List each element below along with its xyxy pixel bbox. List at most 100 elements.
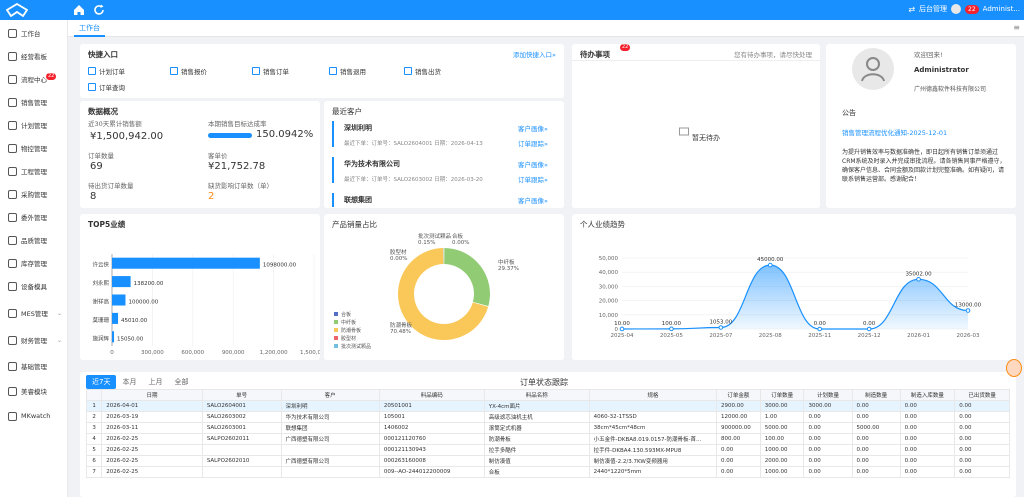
sidebar-item-inventory[interactable]: 库存管理 [0, 255, 68, 271]
table-cell: 2026-02-25 [101, 455, 203, 467]
column-header[interactable]: 订单数量 [759, 389, 805, 401]
x-tick-label: 2026-03 [957, 333, 980, 339]
sidebar-item-sales[interactable]: 销售管理 [0, 94, 68, 110]
data-label: 0.00 [863, 321, 876, 327]
column-header[interactable]: 制造数量 [851, 389, 901, 401]
sidebar-item-material[interactable]: 物控管理 [0, 140, 68, 156]
column-header[interactable]: 制造入库数量 [899, 389, 956, 401]
welcome-text: 欢迎回来! [914, 51, 943, 59]
home-icon[interactable] [72, 3, 86, 17]
column-header[interactable]: 料品名称 [483, 389, 590, 401]
table-row[interactable]: 5 2026-02-25 000121130943 拉手多酷件 拉手件-DKBA4.13… [85, 444, 1010, 456]
avatar[interactable] [951, 4, 962, 14]
orders-title: 订单状态跟踪 [520, 378, 568, 387]
table-row[interactable]: 1 2026-04-01 SALO2604001 深圳利明 20501001 YX-4cm… [85, 400, 1010, 412]
table-cell: 高级滤芯油机主机 [483, 411, 590, 423]
bar [112, 257, 260, 269]
table-cell: 2440*1220*5mm [588, 466, 718, 478]
slice-name-label: 中纤板 [498, 258, 515, 266]
sidebar-item-label: 基础管理 [21, 363, 47, 371]
tab-all[interactable]: 全部 [168, 375, 194, 389]
column-header[interactable]: 日期 [101, 389, 203, 401]
legend-swatch [334, 320, 338, 324]
sidebar-item-process-center[interactable]: 流程中心 22 [0, 71, 68, 87]
quick-item-sales-order[interactable]: 销售订单 [252, 66, 289, 76]
tab-workbench[interactable]: 工作台 [74, 23, 105, 37]
column-header[interactable]: 单号 [201, 389, 282, 401]
column-header[interactable]: 客户 [280, 389, 380, 401]
quick-item-plan-order[interactable]: 计划订单 [88, 66, 125, 76]
table-cell: 1000.00 [759, 444, 805, 456]
quick-item-order-query[interactable]: 订单查询 [88, 82, 125, 92]
sidebar-item-equipment[interactable]: 设备模具 [0, 278, 68, 294]
sidebar-item-label: 计划管理 [21, 122, 47, 130]
backend-icon[interactable]: ⇄ [908, 5, 915, 14]
legend-swatch [334, 312, 338, 316]
customer-name[interactable]: 深圳利明 [344, 123, 372, 133]
quick-item-sales-return[interactable]: 销售退用 [329, 66, 366, 76]
table-cell: YX-4cm面片 [483, 400, 590, 412]
customer-name[interactable]: 华为技术有限公司 [344, 159, 400, 169]
avatar[interactable] [852, 48, 894, 90]
order-tracking-link[interactable]: 订单跟踪» [518, 138, 548, 148]
column-header[interactable]: 已出货数量 [954, 389, 1010, 401]
sidebar-item-outsource[interactable]: 委外管理 [0, 209, 68, 225]
table-row[interactable]: 6 2026-02-25 SALPO2602010 广西德塑有限公司 000263160… [85, 455, 1010, 467]
sidebar-item-mkwatch[interactable]: MKwatch [0, 408, 68, 424]
table-row[interactable]: 2 2026-03-19 SALO2603002 华为技术有限公司 105001 高级滤芯… [85, 411, 1010, 423]
notification-badge[interactable]: 22 [965, 4, 979, 14]
column-header[interactable]: 订单金额 [716, 389, 761, 401]
quick-item-sales-shipment[interactable]: 销售出货 [404, 66, 441, 76]
sidebar-item-finance[interactable]: 财务管理 ⌄ [0, 332, 68, 348]
customer-profile-link[interactable]: 客户画像» [518, 195, 548, 205]
table-cell: SALO2604001 [201, 400, 282, 412]
sidebar-item-basic[interactable]: 基础管理 [0, 358, 68, 374]
table-cell: 小五金件-DKBA8.019.0157-防潮骨板-首... [588, 433, 718, 445]
sidebar-item-dashboard[interactable]: 经营看板 [0, 48, 68, 64]
assistant-avatar-icon[interactable] [1006, 359, 1022, 377]
tab-this-month[interactable]: 本月 [116, 375, 142, 389]
menu-icon[interactable]: ≡ [1013, 23, 1020, 32]
category-label: 刘永熙 [92, 279, 109, 287]
app-logo[interactable] [6, 3, 28, 17]
sidebar-item-plan[interactable]: 计划管理 [0, 117, 68, 133]
user-name[interactable]: Administ... [983, 5, 1020, 13]
quote-icon [170, 67, 178, 75]
column-header[interactable]: 计划数量 [803, 389, 853, 401]
backend-link[interactable]: 后台管理 [919, 4, 947, 14]
customer-profile-link[interactable]: 客户画像» [518, 159, 548, 169]
slice-percent-label: 0.00% [452, 240, 469, 246]
table-cell: 联想集团 [280, 422, 380, 434]
sidebar-item-label: 财务管理 [21, 337, 47, 345]
sidebar-item-quality[interactable]: 品质管理 [0, 232, 68, 248]
sidebar-item-mes[interactable]: MES管理 ⌄ [0, 305, 68, 321]
column-header[interactable]: 规格 [588, 389, 718, 401]
customer-name[interactable]: 联想集团 [344, 195, 372, 205]
table-row[interactable]: 4 2026-02-25 SALPO2602011 广西德塑有限公司 000121120… [85, 433, 1010, 445]
sidebar-item-meirui[interactable]: 美睿模块 [0, 383, 68, 399]
notice-link[interactable]: 销售管理流程优化通知-2025-12-01 [842, 127, 947, 137]
table-row[interactable]: 7 2026-02-25 009--AO-244012200009 合板 2440*12… [85, 466, 1010, 478]
sidebar-item-purchase[interactable]: 采购管理 [0, 186, 68, 202]
column-header[interactable]: 料品编码 [378, 389, 485, 401]
x-tick-label: 2025-11 [808, 333, 831, 339]
add-quick-entry-link[interactable]: 添加快捷入口» [513, 49, 556, 59]
quick-entry-panel: 快捷入口 添加快捷入口» 计划订单 销售报价 销售订单 销售退用 销售出货 订单… [80, 44, 564, 98]
tab-last-month[interactable]: 上月 [142, 375, 168, 389]
table-cell: 合板 [483, 466, 590, 478]
tab-last-7-days[interactable]: 近7天 [86, 375, 117, 389]
table-row[interactable]: 3 2026-03-11 SALO2603001 联想集团 1406002 滚筒定式机器 3… [85, 422, 1010, 434]
sidebar-item-workbench[interactable]: 工作台 [0, 25, 68, 41]
price-label: 客单价 [208, 152, 228, 160]
bar [112, 276, 131, 288]
sidebar-item-label: MES管理 [21, 310, 48, 318]
y-tick-label: 30,000 [599, 284, 619, 290]
order-tracking-link[interactable]: 订单跟踪» [518, 174, 548, 184]
quick-item-quote[interactable]: 销售报价 [170, 66, 207, 76]
page-tabs: 工作台 ≡ [68, 20, 1024, 37]
product-panel: 产品销量占比 合板 0.00% 合板 中纤板 29.37% 中纤板 防潮骨板 70.48% 防潮… [324, 214, 564, 360]
sidebar-item-engineering[interactable]: 工程管理 [0, 163, 68, 179]
customer-profile-link[interactable]: 客户画像» [518, 123, 548, 133]
refresh-icon[interactable] [92, 3, 106, 17]
table-cell: 20501001 [378, 400, 485, 412]
